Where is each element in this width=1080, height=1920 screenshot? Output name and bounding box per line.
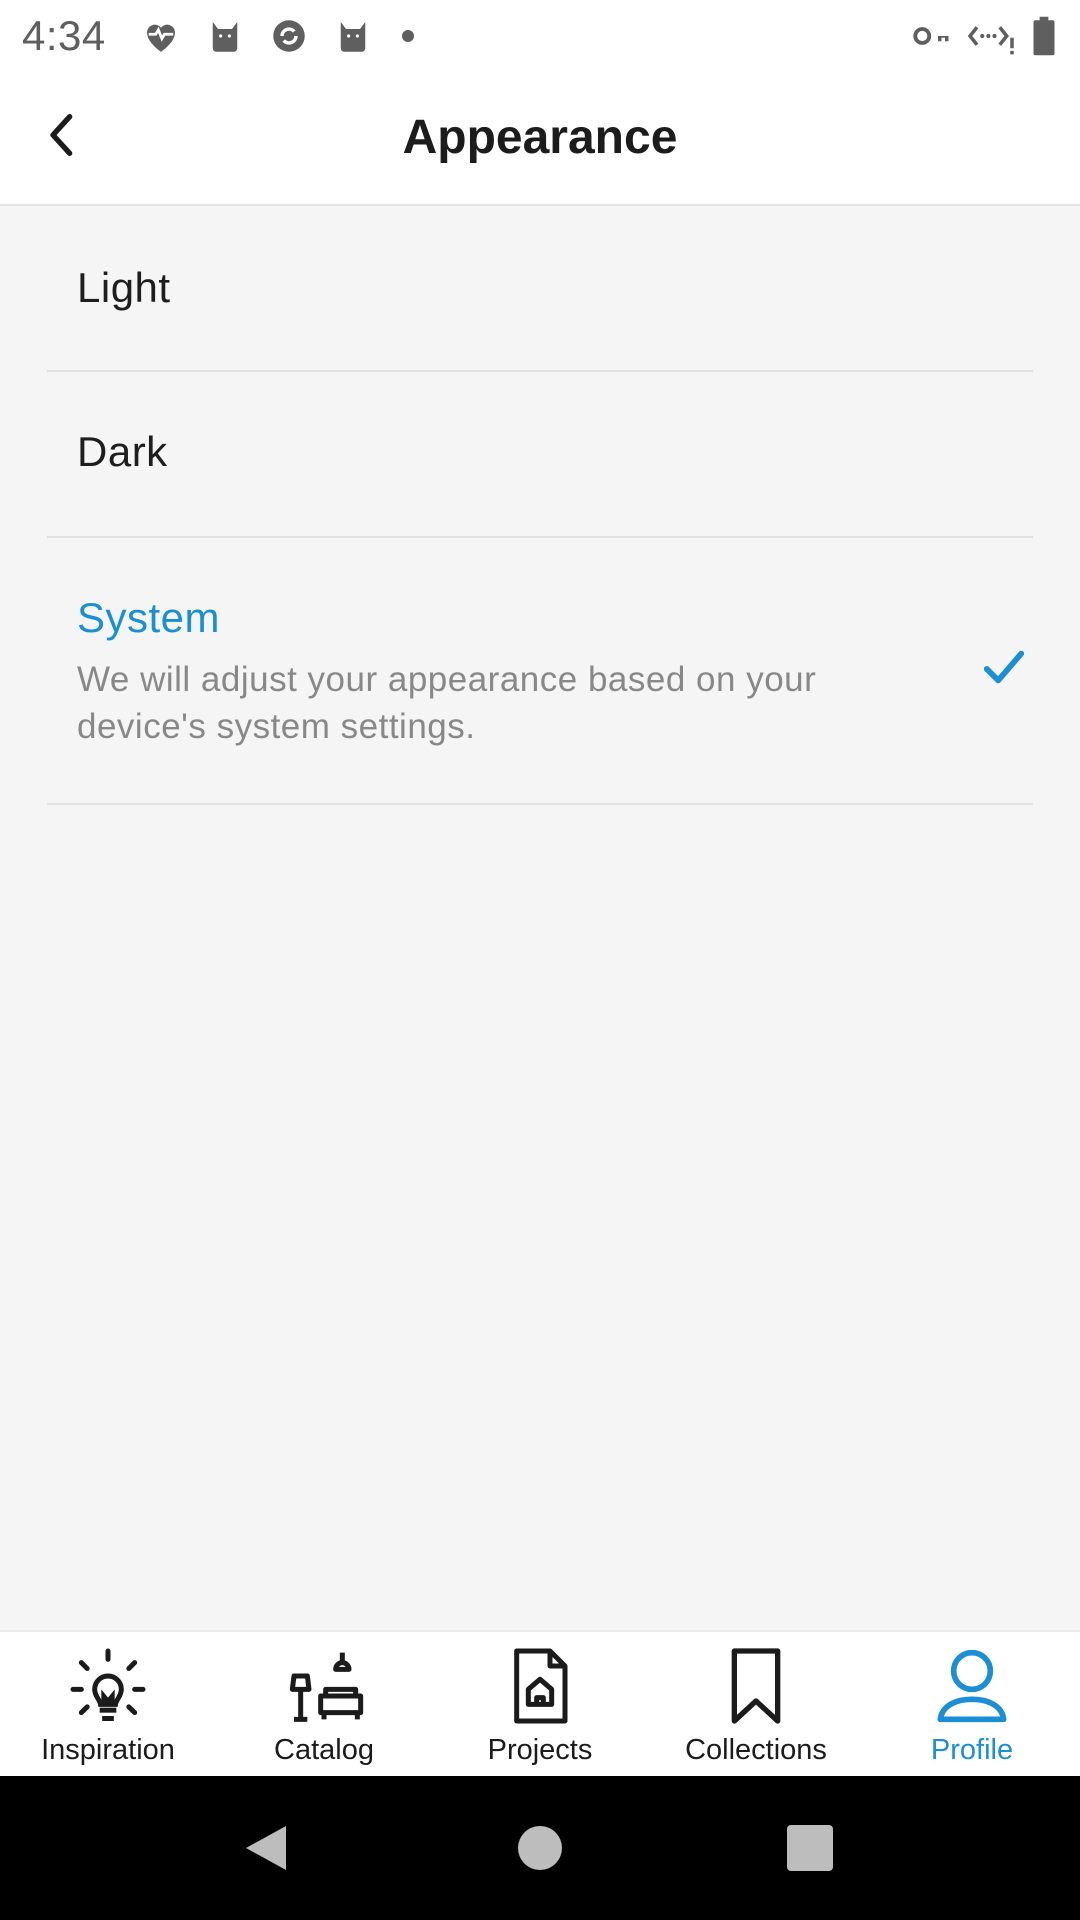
page-title: Appearance <box>402 111 678 164</box>
dot-icon <box>401 30 414 42</box>
option-dark[interactable]: Dark <box>47 372 1033 538</box>
cat-icon <box>340 22 365 52</box>
option-light[interactable]: Light <box>47 208 1033 372</box>
furniture-icon <box>289 1652 364 1722</box>
appearance-options: Light Dark System We will adjust your ap… <box>0 208 1080 805</box>
status-right <box>910 15 1058 57</box>
option-label: System <box>77 594 221 641</box>
notification-icons <box>140 15 414 57</box>
sync-icon <box>273 20 305 52</box>
home-circle-icon[interactable] <box>516 1824 564 1872</box>
app-bar: Appearance <box>0 72 1080 206</box>
nav-item-profile[interactable]: Profile <box>864 1632 1080 1778</box>
nav-item-projects[interactable]: Projects <box>432 1632 648 1778</box>
back-triangle-icon[interactable] <box>242 1824 290 1872</box>
option-label: Dark <box>77 428 168 475</box>
data-transfer-icon <box>967 26 1014 55</box>
nav-item-catalog[interactable]: Catalog <box>216 1632 432 1778</box>
status-time: 4:34 <box>22 12 106 59</box>
option-system[interactable]: System We will adjust your appearance ba… <box>47 538 1033 805</box>
cat-icon <box>212 22 237 52</box>
bookmark-icon <box>731 1648 781 1724</box>
nav-label: Collections <box>685 1734 827 1766</box>
vpn-key-icon <box>913 27 949 45</box>
option-description: We will adjust your appearance based on … <box>77 660 817 746</box>
system-nav-bar <box>0 1776 1080 1920</box>
recents-square-icon[interactable] <box>786 1824 834 1872</box>
profile-icon <box>937 1649 1007 1723</box>
project-document-icon <box>514 1648 568 1724</box>
nav-label: Projects <box>487 1734 593 1766</box>
screen: 4:34 Appearance Light Dark System We wil… <box>0 0 1080 1920</box>
nav-item-collections[interactable]: Collections <box>648 1632 864 1778</box>
nav-label: Inspiration <box>41 1734 175 1766</box>
bottom-nav: Inspiration Catalog Projects Collections… <box>0 1630 1080 1776</box>
lightbulb-icon <box>70 1648 146 1721</box>
battery-icon <box>1033 16 1055 56</box>
checkmark-icon <box>983 650 1025 684</box>
nav-label: Profile <box>930 1734 1014 1766</box>
nav-item-inspiration[interactable]: Inspiration <box>0 1632 216 1778</box>
status-bar: 4:34 <box>0 0 1080 72</box>
health-heart-icon <box>146 24 175 52</box>
nav-label: Catalog <box>274 1734 374 1766</box>
option-label: Light <box>77 264 171 311</box>
